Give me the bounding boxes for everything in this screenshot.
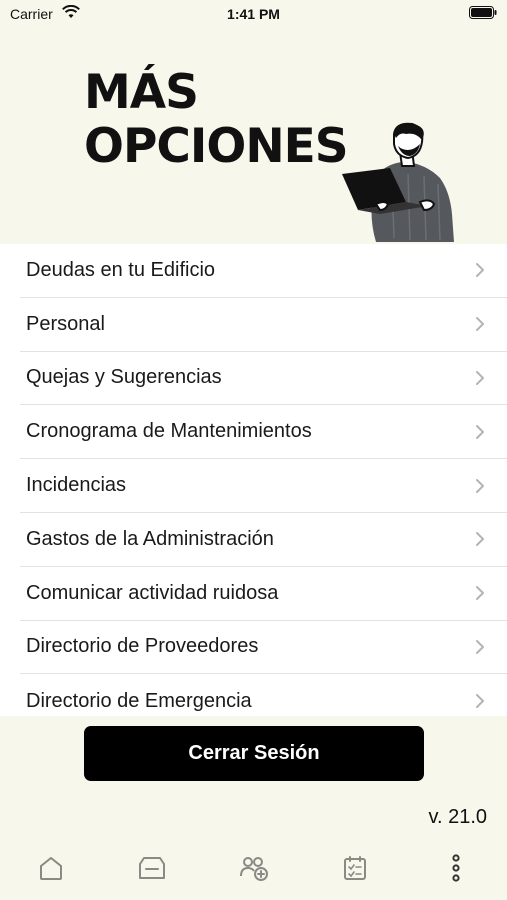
menu-item-label: Cronograma de Mantenimientos xyxy=(26,420,312,443)
menu-item-incidencias[interactable]: Incidencias xyxy=(20,459,507,513)
menu-item-gastos[interactable]: Gastos de la Administración xyxy=(20,513,507,567)
checklist-icon xyxy=(344,856,366,880)
logout-area: Cerrar Sesión v. 21.0 xyxy=(0,716,507,840)
menu-item-label: Incidencias xyxy=(26,474,127,497)
battery-icon xyxy=(469,6,497,19)
man-with-laptop-illustration xyxy=(342,122,454,242)
menu-item-personal[interactable]: Personal xyxy=(20,298,507,352)
menu-item-label: Gastos de la Administración xyxy=(26,527,274,550)
chevron-right-icon xyxy=(476,424,484,439)
chevron-right-icon xyxy=(476,639,484,654)
tab-home[interactable] xyxy=(31,848,71,888)
menu-item-proveedores[interactable]: Directorio de Proveedores xyxy=(20,621,507,675)
hero-header: MÁS OPCIONES xyxy=(0,26,507,244)
logout-button[interactable]: Cerrar Sesión xyxy=(84,726,424,781)
version-label: v. 21.0 xyxy=(428,806,487,828)
menu-item-emergencia[interactable]: Directorio de Emergencia xyxy=(20,674,507,716)
menu-item-deudas[interactable]: Deudas en tu Edificio xyxy=(20,244,507,298)
options-menu: Deudas en tu Edificio Personal Quejas y … xyxy=(0,244,507,716)
menu-item-label: Directorio de Emergencia xyxy=(26,689,252,712)
chevron-right-icon xyxy=(476,370,484,385)
tab-add-user[interactable] xyxy=(234,848,274,888)
add-user-icon xyxy=(240,857,268,881)
menu-item-quejas[interactable]: Quejas y Sugerencias xyxy=(20,352,507,406)
more-vertical-icon xyxy=(452,854,460,882)
menu-item-label: Deudas en tu Edificio xyxy=(26,258,216,281)
tab-inbox[interactable] xyxy=(132,848,172,888)
menu-item-actividad-ruidosa[interactable]: Comunicar actividad ruidosa xyxy=(20,567,507,621)
chevron-right-icon xyxy=(476,694,484,709)
chevron-right-icon xyxy=(476,263,484,278)
menu-item-label: Personal xyxy=(26,312,105,335)
menu-item-label: Quejas y Sugerencias xyxy=(26,366,222,389)
status-bar: Carrier 1:41 PM xyxy=(0,0,507,26)
menu-item-cronograma[interactable]: Cronograma de Mantenimientos xyxy=(20,405,507,460)
page-title: MÁS OPCIONES xyxy=(84,65,349,174)
tab-bar xyxy=(0,840,507,900)
home-icon xyxy=(40,857,62,880)
menu-item-label: Directorio de Proveedores xyxy=(26,635,259,658)
menu-item-label: Comunicar actividad ruidosa xyxy=(26,581,279,604)
chevron-right-icon xyxy=(476,317,484,332)
chevron-right-icon xyxy=(476,478,484,493)
tab-checklist[interactable] xyxy=(335,848,375,888)
chevron-right-icon xyxy=(476,586,484,601)
page-title-line-1: MÁS xyxy=(84,65,199,120)
clock: 1:41 PM xyxy=(227,6,280,22)
page-title-line-2: OPCIONES xyxy=(84,119,349,174)
inbox-icon xyxy=(139,857,165,879)
tab-more[interactable] xyxy=(436,848,476,888)
chevron-right-icon xyxy=(476,532,484,547)
